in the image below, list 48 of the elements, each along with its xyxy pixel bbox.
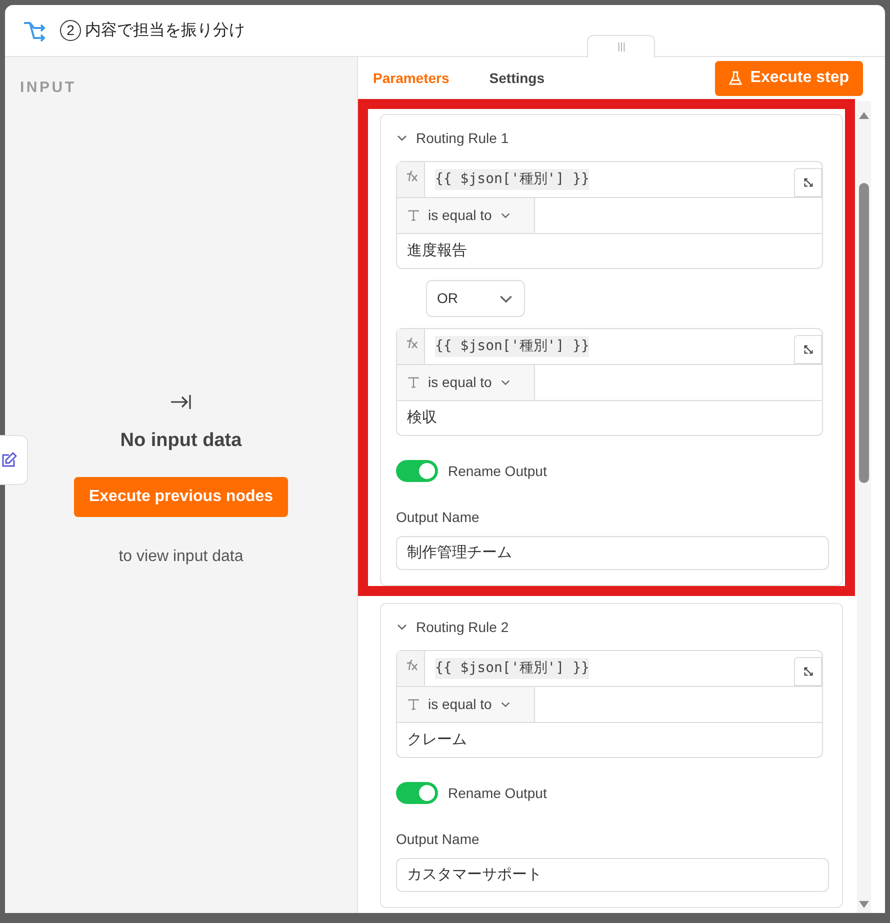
drag-handle[interactable]: [587, 35, 655, 58]
field-label: Output Name: [396, 830, 480, 849]
toggle-label: Rename Output: [448, 784, 547, 803]
window-title: 内容で担当を振り分け: [85, 20, 245, 40]
panel-heading: INPUT: [19, 78, 76, 98]
edit-button[interactable]: [0, 435, 28, 485]
edit-icon: [1, 452, 17, 468]
tab[interactable]: Settings: [489, 68, 545, 88]
operator-select[interactable]: is equal to: [397, 198, 535, 233]
text-type-icon: [407, 376, 420, 389]
expand-button[interactable]: [794, 335, 822, 364]
operator-select[interactable]: is equal to: [397, 687, 535, 722]
toggle-label: Rename Output: [448, 462, 547, 481]
flask-icon: [729, 70, 742, 86]
output-name-field[interactable]: 制作管理チーム: [396, 536, 829, 570]
expression-text: {{ $json['種別'] }}: [435, 169, 590, 190]
rule-title[interactable]: Routing Rule 1: [416, 128, 509, 148]
expression-text: {{ $json['種別'] }}: [435, 658, 590, 679]
step-number: 2: [60, 20, 81, 41]
caret-icon: [500, 210, 511, 221]
value-field[interactable]: 検収: [397, 401, 822, 435]
caret-icon: [500, 377, 511, 388]
scroll-up-icon[interactable]: [859, 111, 869, 119]
expand-icon: [802, 344, 814, 355]
route-icon: [22, 20, 48, 42]
hint-text: to view input data: [118, 547, 244, 567]
grip-icon: [616, 42, 626, 52]
expand-icon: [802, 666, 814, 677]
expand-button[interactable]: [794, 168, 822, 197]
expression-text: {{ $json['種別'] }}: [435, 336, 590, 357]
scroll-down-icon[interactable]: [859, 901, 869, 909]
field-label: Output Name: [396, 508, 480, 527]
text-type-icon: [407, 209, 420, 222]
rule-title[interactable]: Routing Rule 2: [416, 616, 509, 638]
value-field[interactable]: クレーム: [397, 723, 822, 757]
operator-select[interactable]: is equal to: [397, 365, 535, 400]
empty-message: No input data: [120, 428, 242, 452]
combinator-select[interactable]: OR: [426, 280, 525, 317]
text-type-icon: [407, 698, 420, 711]
output-name-field[interactable]: カスタマーサポート: [396, 858, 829, 892]
toggle-switch[interactable]: [396, 460, 438, 482]
expand-icon: [802, 177, 814, 188]
expand-button[interactable]: [794, 657, 822, 686]
caret-icon: [500, 699, 511, 710]
arrow-to-bar-icon: [170, 392, 192, 410]
value-field[interactable]: 進度報告: [397, 234, 822, 268]
scrollbar[interactable]: [857, 101, 871, 913]
toggle-switch[interactable]: [396, 782, 438, 804]
